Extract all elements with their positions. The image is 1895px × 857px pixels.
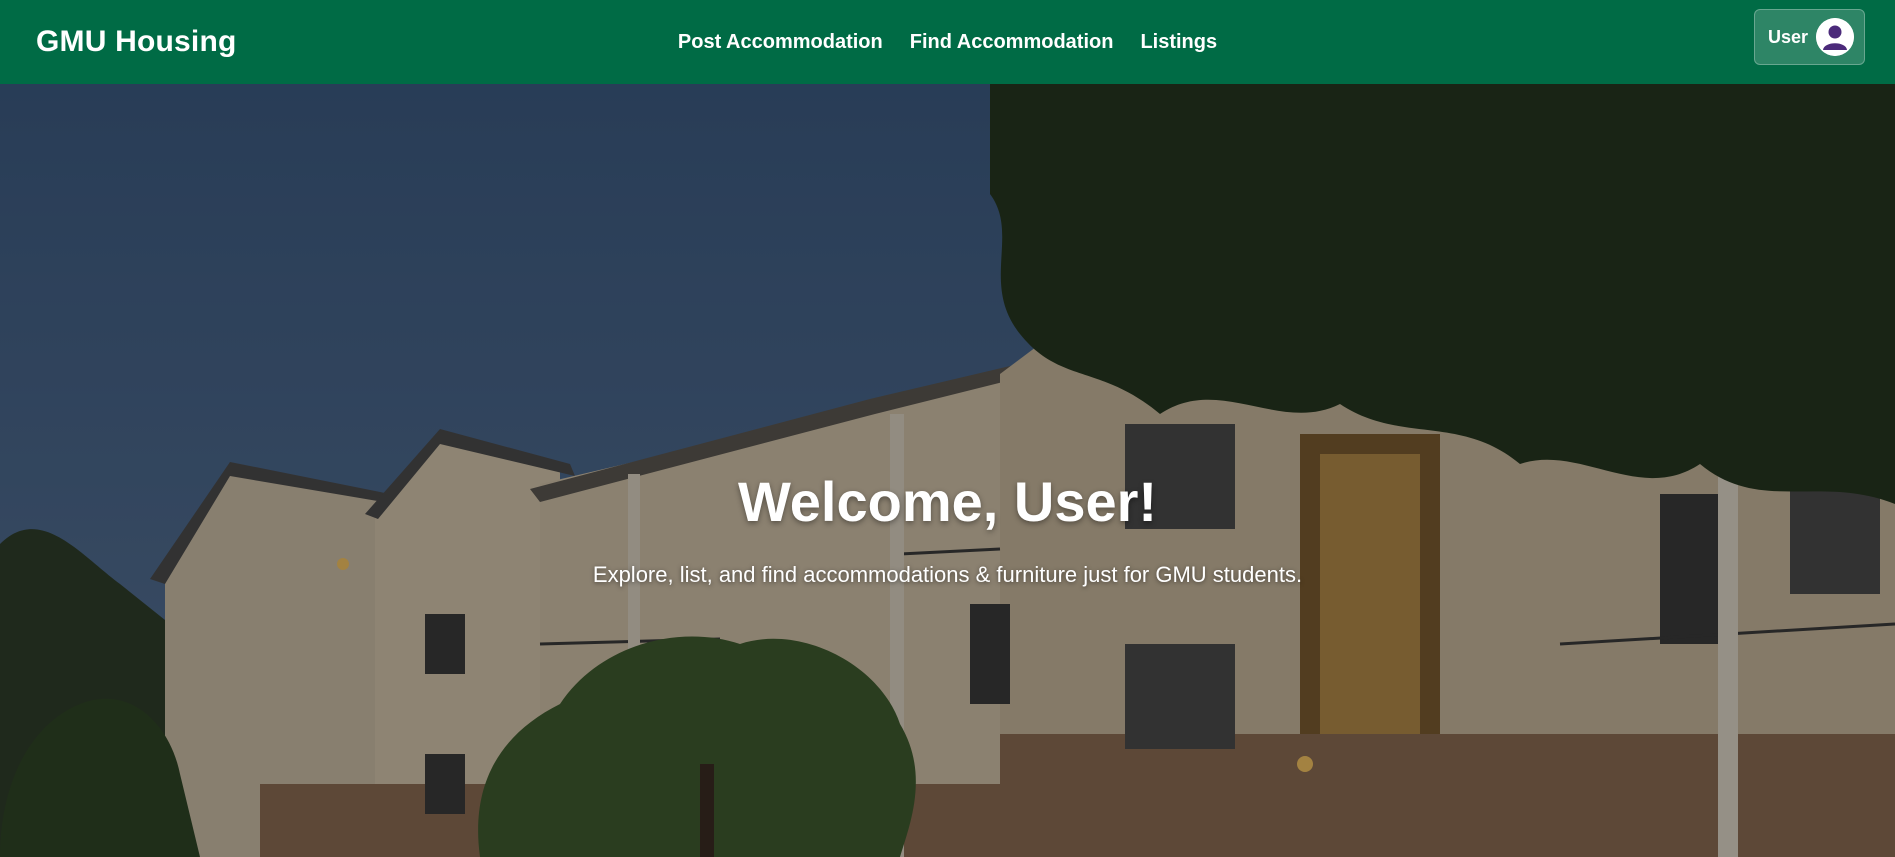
nav-link-listings[interactable]: Listings bbox=[1140, 31, 1217, 54]
user-avatar-icon bbox=[1816, 18, 1854, 56]
user-menu-button[interactable]: User bbox=[1754, 9, 1865, 65]
hero-title: Welcome, User! bbox=[737, 470, 1158, 533]
brand-logo-link[interactable]: GMU Housing bbox=[36, 25, 237, 59]
nav-link-post-accommodation[interactable]: Post Accommodation bbox=[678, 31, 883, 54]
navbar: GMU Housing Post Accommodation Find Acco… bbox=[0, 0, 1895, 84]
user-button-label: User bbox=[1768, 26, 1809, 47]
hero-subtitle: Explore, list, and find accommodations &… bbox=[592, 562, 1303, 587]
nav-links: Post Accommodation Find Accommodation Li… bbox=[0, 0, 1895, 84]
hero-section: Welcome, User! Explore, list, and find a… bbox=[0, 84, 1895, 857]
hero-content: Welcome, User! Explore, list, and find a… bbox=[0, 469, 1895, 588]
nav-link-find-accommodation[interactable]: Find Accommodation bbox=[910, 31, 1114, 54]
